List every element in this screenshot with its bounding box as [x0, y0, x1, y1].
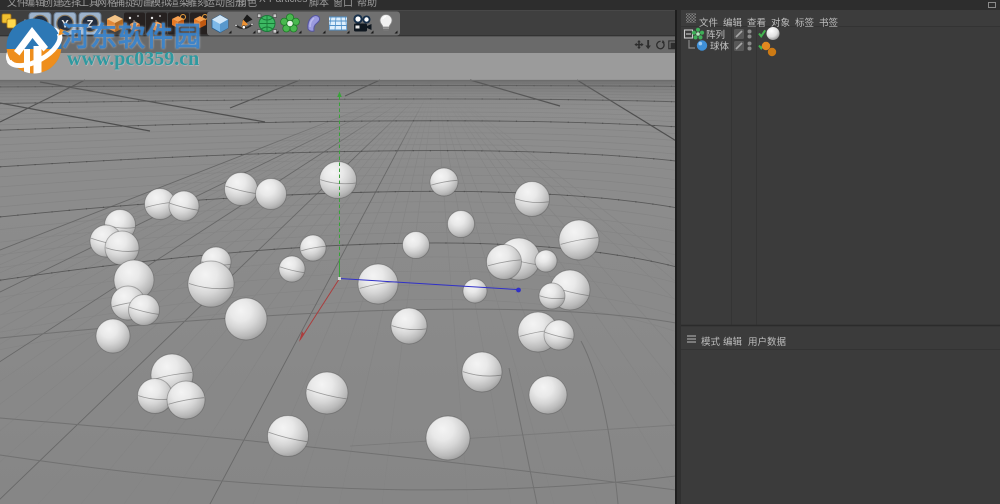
- svg-text:阵列: 阵列: [706, 29, 725, 41]
- svg-text:球体: 球体: [710, 41, 730, 53]
